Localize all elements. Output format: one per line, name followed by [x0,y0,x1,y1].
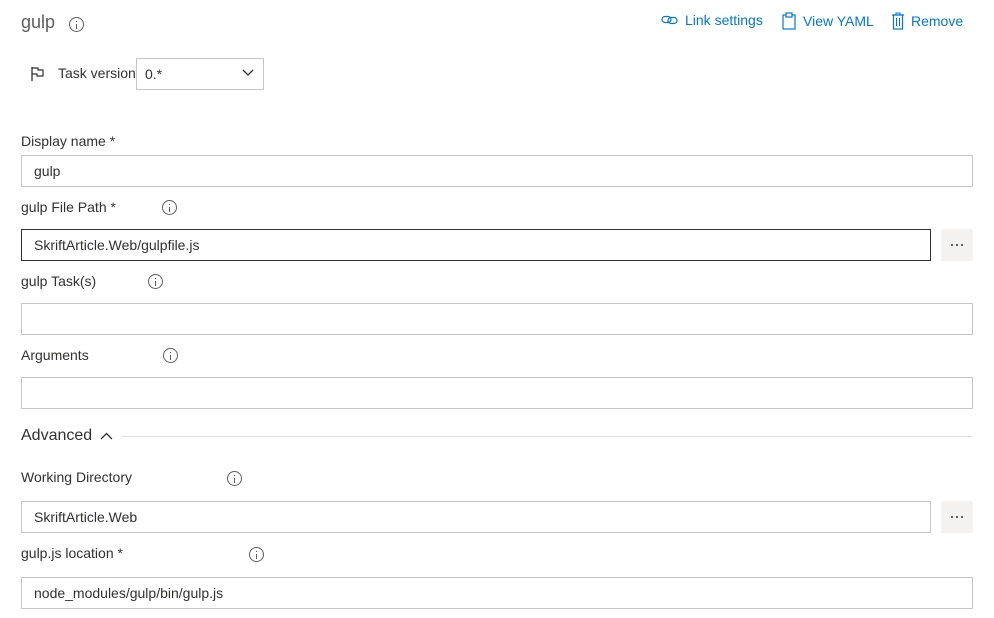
working-directory-value: SkriftArticle.Web [34,509,138,525]
advanced-label: Advanced [21,427,93,444]
gulp-file-path-input[interactable]: SkriftArticle.Web/gulpfile.js [21,229,931,261]
chevron-up-icon [100,432,113,440]
gulp-tasks-input[interactable] [21,303,973,335]
advanced-divider [122,436,973,437]
gulp-file-path-label: gulp File Path * [21,199,116,215]
view-yaml-button[interactable]: View YAML [781,12,874,30]
task-version-select[interactable]: 0.* [136,58,264,90]
gulp-tasks-label: gulp Task(s) [21,273,97,289]
info-icon[interactable] [226,471,242,486]
link-icon [661,15,678,25]
display-name-input[interactable]: gulp [21,155,973,187]
info-icon[interactable] [249,547,265,562]
link-settings-button[interactable]: Link settings [661,12,763,28]
browse-working-directory-button[interactable] [941,501,973,533]
arguments-input[interactable] [21,377,973,409]
ellipsis-icon [951,244,953,246]
chevron-down-icon [242,69,254,76]
info-icon[interactable] [147,274,163,289]
info-icon[interactable] [163,348,179,363]
display-name-value: gulp [34,163,61,179]
task-version-label: Task version [58,65,136,81]
remove-label: Remove [911,13,964,29]
remove-button[interactable]: Remove [891,12,963,30]
gulp-file-path-value: SkriftArticle.Web/gulpfile.js [34,237,200,253]
working-directory-label: Working Directory [21,469,132,485]
display-name-label: Display name * [21,133,116,149]
gulpjs-location-value: node_modules/gulp/bin/gulp.js [34,585,224,601]
flag-icon [31,67,44,81]
info-icon[interactable] [162,200,178,215]
task-version-value: 0.* [145,66,163,82]
gulpjs-location-label: gulp.js location * [21,545,123,561]
clipboard-icon [782,12,796,30]
working-directory-input[interactable]: SkriftArticle.Web [21,501,931,533]
page-title: gulp [21,12,55,33]
link-settings-label: Link settings [685,12,763,28]
view-yaml-label: View YAML [803,13,874,29]
task-title: gulp [21,12,56,32]
arguments-label: Arguments [21,347,89,363]
ellipsis-icon [951,516,953,518]
gulpjs-location-input[interactable]: node_modules/gulp/bin/gulp.js [21,577,973,609]
trash-icon [892,12,904,30]
advanced-section-toggle[interactable]: Advanced [21,427,113,445]
browse-gulp-file-button[interactable] [941,229,973,261]
info-icon[interactable] [69,17,84,32]
